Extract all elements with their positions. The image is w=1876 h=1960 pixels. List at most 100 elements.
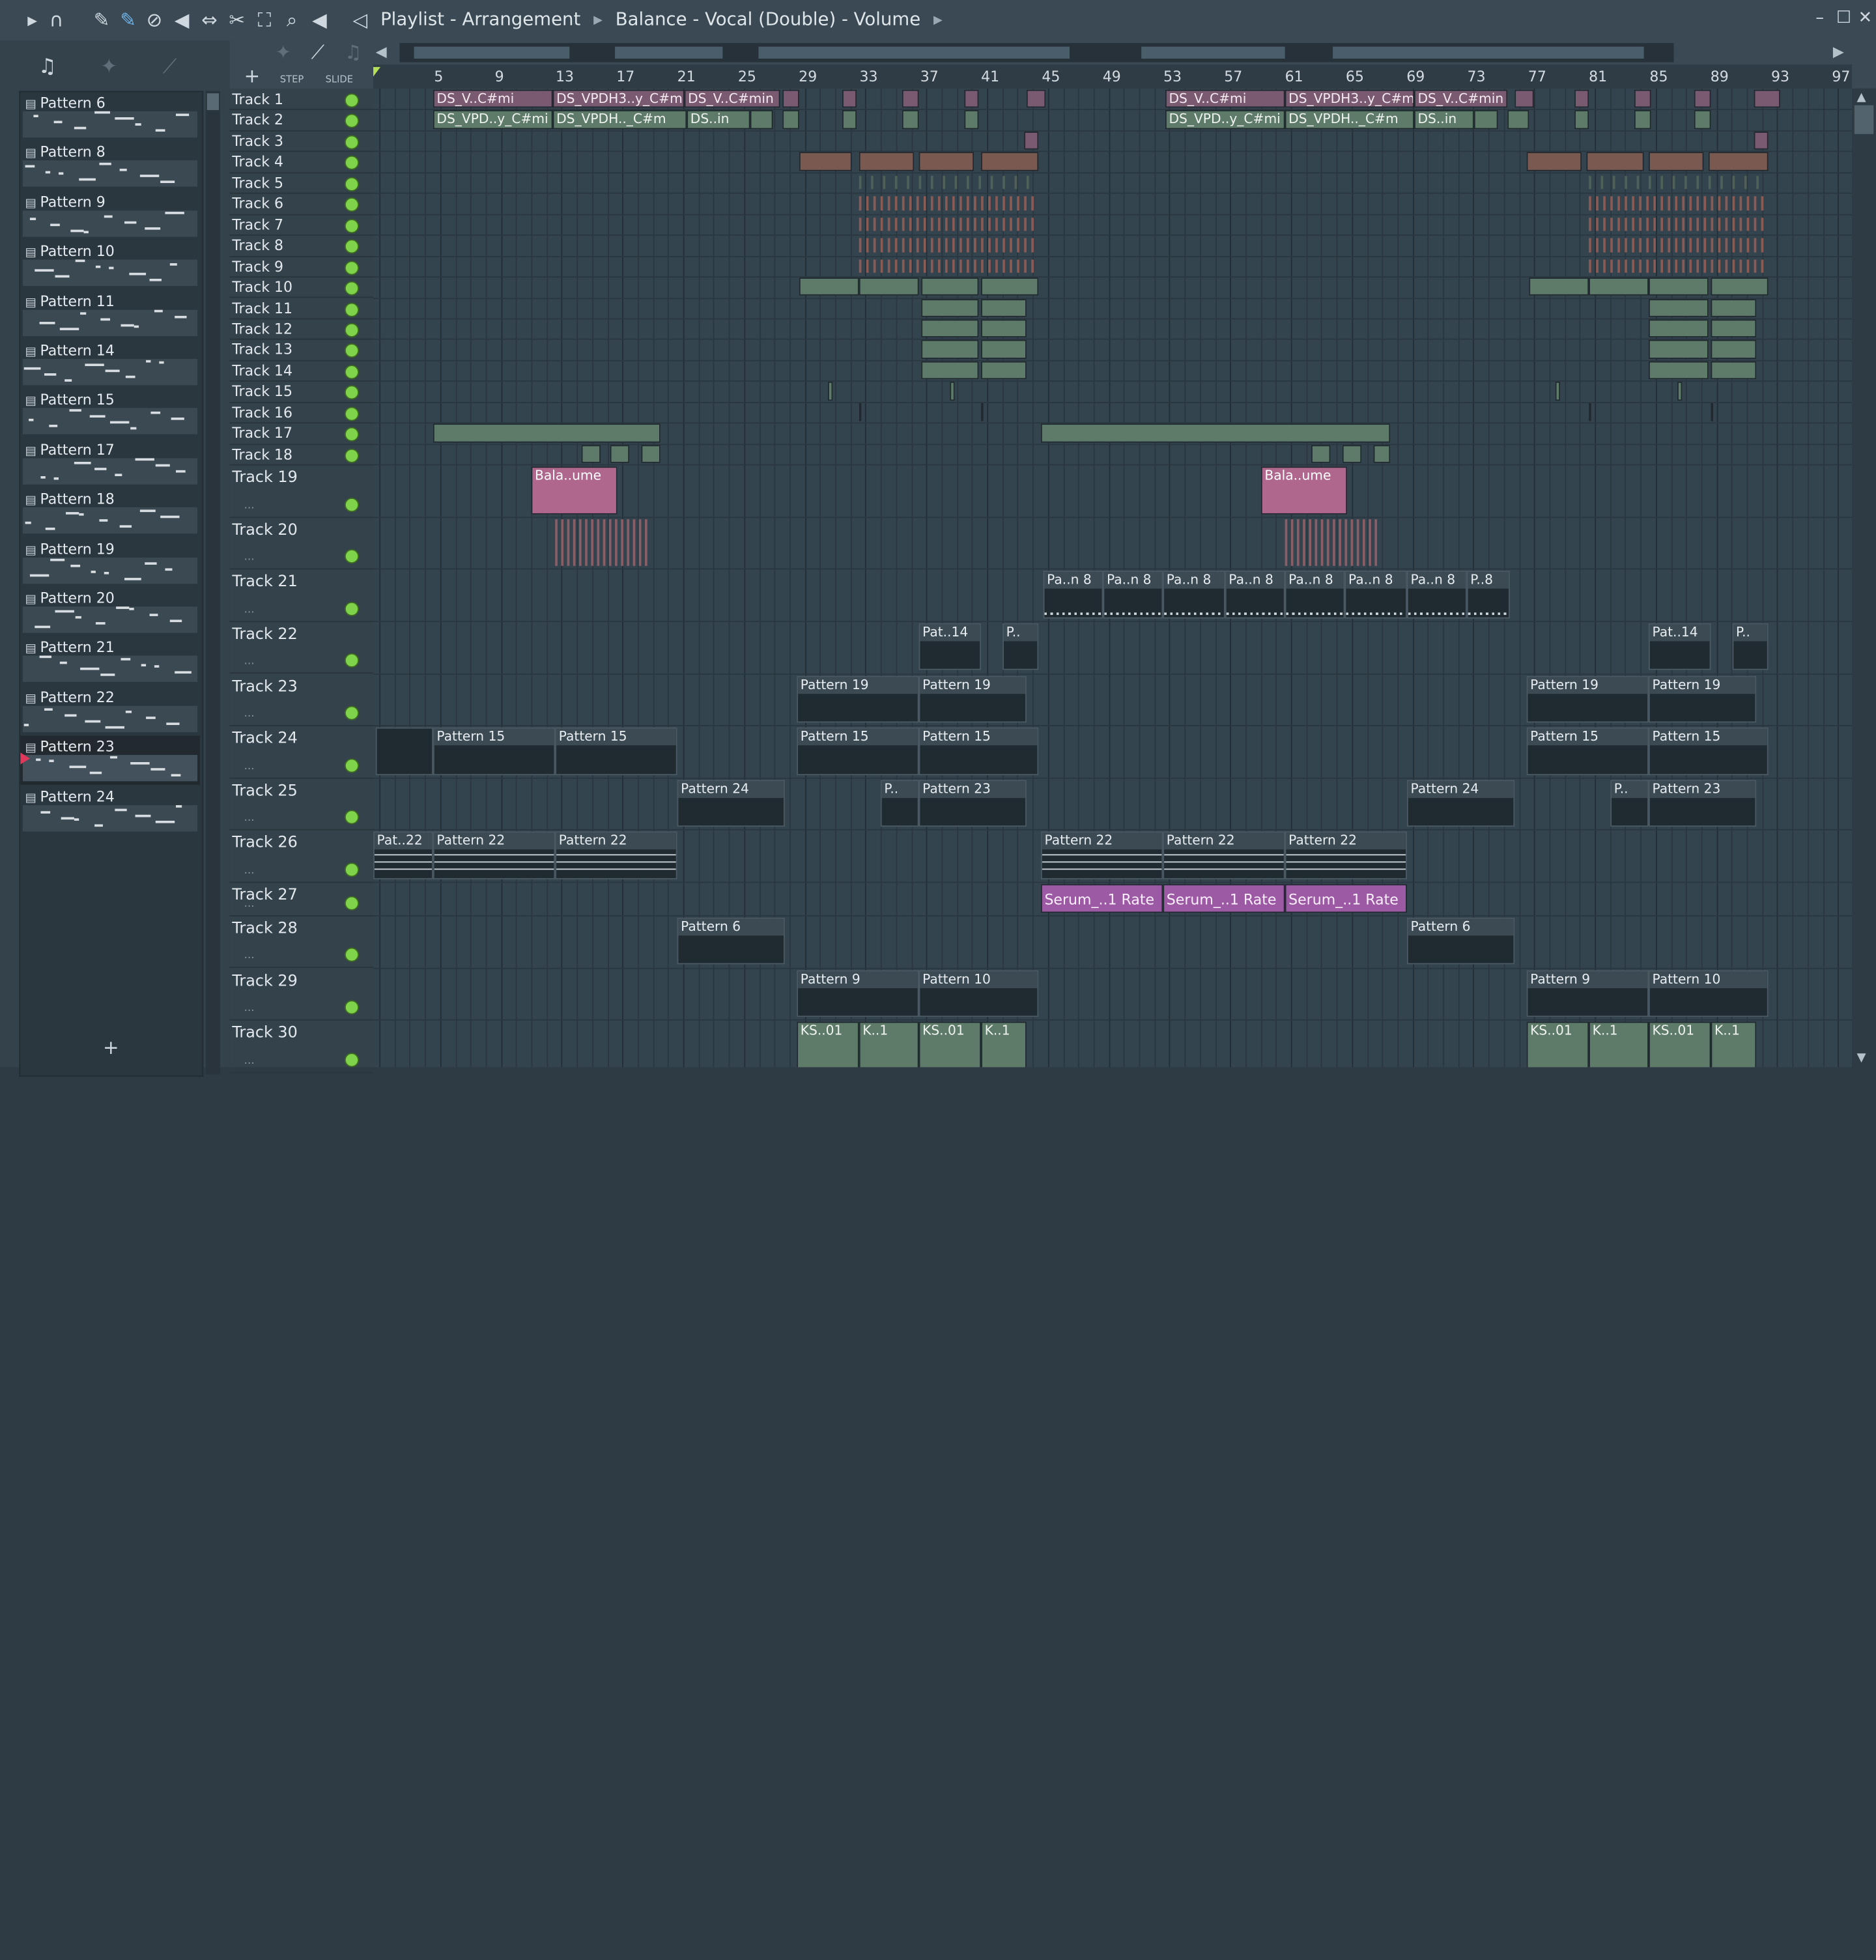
- track-mute-led[interactable]: [344, 810, 360, 825]
- audio-clip[interactable]: [964, 110, 979, 130]
- audio-clip[interactable]: DS_VPDH.._C#m: [552, 110, 687, 130]
- track-mute-led[interactable]: [344, 448, 360, 463]
- audio-slice[interactable]: [974, 259, 976, 273]
- audio-slice[interactable]: [1625, 259, 1627, 273]
- audio-slice[interactable]: [930, 238, 933, 252]
- audio-slice[interactable]: [1600, 175, 1604, 190]
- track-mute-led[interactable]: [344, 427, 360, 442]
- audio-slice[interactable]: [1031, 259, 1034, 273]
- audio-clip[interactable]: [799, 152, 852, 171]
- audio-slice[interactable]: [1675, 196, 1678, 210]
- audio-clip[interactable]: [782, 110, 799, 130]
- track-header[interactable]: Track 22...: [229, 621, 374, 674]
- pattern-clip[interactable]: P..: [880, 779, 919, 827]
- audio-slice[interactable]: [1732, 259, 1735, 273]
- track-header[interactable]: Track 1: [229, 89, 374, 111]
- audio-slice[interactable]: [916, 196, 919, 210]
- audio-slice[interactable]: [859, 238, 862, 252]
- pattern-clip[interactable]: Pattern 19: [918, 675, 1027, 723]
- pattern-list-item[interactable]: Pattern 20: [20, 588, 200, 636]
- track-header[interactable]: Track 18: [229, 444, 374, 466]
- pattern-clip[interactable]: Pattern 9: [797, 969, 919, 1017]
- audio-slice[interactable]: [1689, 259, 1692, 273]
- audio-slice[interactable]: [1718, 217, 1721, 231]
- audio-slice[interactable]: [909, 259, 912, 273]
- audio-clip[interactable]: [1648, 298, 1709, 317]
- track-header[interactable]: Track 19...: [229, 464, 374, 518]
- pattern-clip[interactable]: Pattern 6: [677, 917, 785, 965]
- audio-slice[interactable]: [1746, 238, 1750, 252]
- track-mute-led[interactable]: [344, 896, 360, 911]
- audio-slice[interactable]: [1356, 518, 1359, 567]
- audio-slice[interactable]: [894, 259, 898, 273]
- play-arrow-icon[interactable]: ▸: [21, 9, 43, 31]
- audio-slice[interactable]: [1374, 518, 1378, 567]
- track-header[interactable]: Track 20...: [229, 517, 374, 570]
- audio-clip[interactable]: [750, 110, 773, 130]
- pattern-list-item[interactable]: Pattern 15: [20, 390, 200, 438]
- audio-slice[interactable]: [1625, 196, 1627, 210]
- audio-slice[interactable]: [1761, 217, 1764, 231]
- audio-slice[interactable]: [995, 196, 998, 210]
- audio-clip[interactable]: DS_VPD..y_C#mi: [433, 110, 553, 130]
- audio-slice[interactable]: [990, 175, 993, 190]
- audio-slice[interactable]: [578, 518, 582, 567]
- track-mute-led[interactable]: [344, 758, 360, 773]
- audio-clip[interactable]: [981, 361, 1027, 380]
- audio-slice[interactable]: [1589, 259, 1591, 273]
- pattern-clip[interactable]: Pattern 19: [1648, 675, 1757, 723]
- audio-slice[interactable]: [1746, 259, 1750, 273]
- audio-slice[interactable]: [1754, 238, 1757, 252]
- track-more-icon[interactable]: ...: [244, 500, 255, 511]
- track-more-icon[interactable]: ...: [244, 604, 255, 616]
- track-header[interactable]: Track 8: [229, 234, 374, 257]
- audio-slice[interactable]: [967, 196, 969, 210]
- audio-slice[interactable]: [1675, 238, 1678, 252]
- track-mute-led[interactable]: [344, 364, 360, 379]
- audio-slice[interactable]: [943, 175, 945, 190]
- audio-clip[interactable]: [921, 361, 979, 380]
- automation-icon[interactable]: ⟋: [163, 55, 177, 79]
- pattern-clip[interactable]: Pattern 15: [433, 727, 556, 775]
- audio-slice[interactable]: [859, 175, 862, 190]
- audio-slice[interactable]: [909, 238, 912, 252]
- audio-slice[interactable]: [1711, 217, 1714, 231]
- pattern-clip[interactable]: Pattern 9: [1526, 969, 1649, 1017]
- track-header[interactable]: Track 24...: [229, 725, 374, 779]
- pattern-clip[interactable]: Pattern 22: [1040, 832, 1163, 879]
- audio-clip[interactable]: [1648, 319, 1709, 338]
- pattern-list-item[interactable]: Pattern 24: [20, 786, 200, 834]
- track-header[interactable]: Track 13: [229, 339, 374, 362]
- audio-slice[interactable]: [930, 217, 933, 231]
- audio-clip[interactable]: [1708, 152, 1769, 171]
- automation-clip[interactable]: Bala..ume: [531, 466, 618, 515]
- track-mute-led[interactable]: [344, 322, 360, 337]
- audio-slice[interactable]: [1017, 196, 1019, 210]
- audio-clip[interactable]: [581, 444, 601, 463]
- track-header[interactable]: Track 27...: [229, 881, 374, 916]
- audio-clip[interactable]: [827, 382, 833, 401]
- audio-slice[interactable]: [1732, 196, 1735, 210]
- audio-slice[interactable]: [880, 196, 883, 210]
- audio-slice[interactable]: [1612, 175, 1615, 190]
- track-header[interactable]: Track 28...: [229, 915, 374, 969]
- pencil-icon[interactable]: ✎: [91, 9, 113, 31]
- audio-clip[interactable]: [1694, 110, 1711, 130]
- breadcrumb-item[interactable]: Balance - Vocal (Double) - Volume: [616, 8, 920, 30]
- audio-slice[interactable]: [597, 518, 600, 567]
- audio-slice[interactable]: [1668, 196, 1671, 210]
- audio-slice[interactable]: [967, 217, 969, 231]
- audio-slice[interactable]: [859, 217, 862, 231]
- audio-slice[interactable]: [1603, 196, 1606, 210]
- arrangement-overview[interactable]: [399, 43, 1674, 63]
- audio-slice[interactable]: [1675, 259, 1678, 273]
- audio-slice[interactable]: [1010, 259, 1012, 273]
- audio-clip[interactable]: [921, 298, 979, 317]
- audio-slice[interactable]: [644, 518, 647, 567]
- audio-slice[interactable]: [1761, 259, 1764, 273]
- audio-slice[interactable]: [1596, 196, 1599, 210]
- audio-slice[interactable]: [1303, 518, 1305, 567]
- audio-slice[interactable]: [1369, 518, 1371, 567]
- audio-clip[interactable]: [902, 110, 919, 130]
- audio-slice[interactable]: [937, 196, 941, 210]
